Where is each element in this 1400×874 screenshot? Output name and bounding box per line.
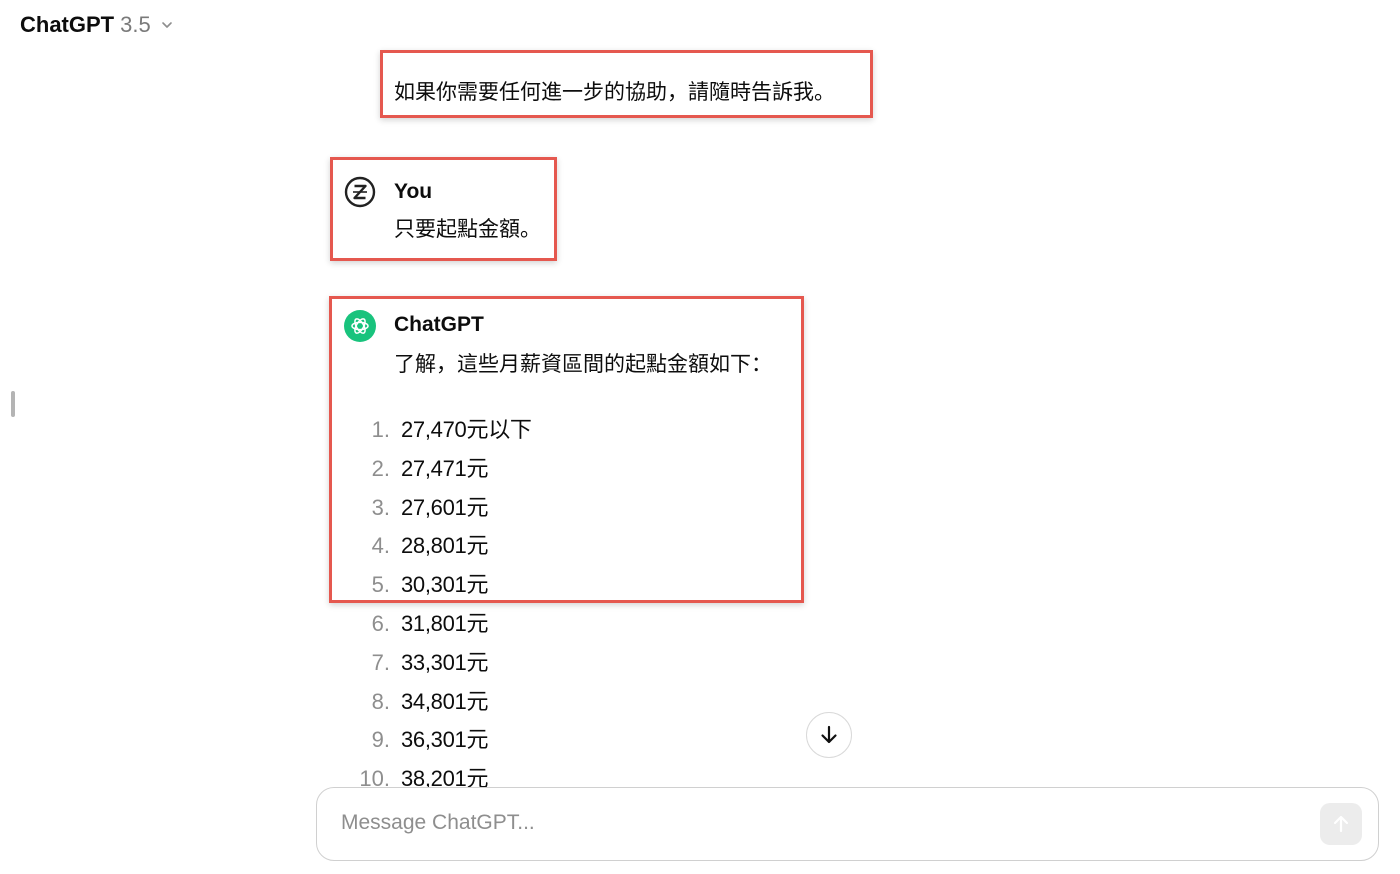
list-item: 6. 31,801元 [352,606,532,645]
list-item-value: 30,301元 [401,572,489,598]
user-avatar-icon [344,176,376,208]
list-item-number: 7. [371,649,390,675]
list-item-value: 27,471元 [401,455,489,481]
list-item-number: 5. [371,572,390,598]
list-item: 8. 34,801元 [352,684,532,723]
list-item-value: 36,301元 [401,727,489,753]
model-name: ChatGPT [20,12,115,37]
model-selector[interactable]: ChatGPT 3.5 [20,12,173,38]
list-item: 2. 27,471元 [352,451,532,490]
list-item: 5. 30,301元 [352,567,532,606]
sidebar-toggle-handle[interactable] [11,391,15,417]
list-item-number: 8. [371,688,390,714]
list-item: 7. 33,301元 [352,645,532,684]
list-item: 9. 36,301元 [352,722,532,761]
message-composer [316,787,1379,861]
list-item-number: 9. [371,727,390,753]
list-item-number: 2. [371,455,390,481]
list-item: 3. 27,601元 [352,490,532,529]
previous-assistant-message: 如果你需要任何進一步的協助，請隨時告訴我。 [394,81,835,104]
arrow-down-icon [821,725,837,744]
list-item: 4. 28,801元 [352,528,532,567]
assistant-author-label: ChatGPT [394,313,484,336]
list-item-number: 6. [371,610,390,636]
list-item-value: 31,801元 [401,610,489,636]
salary-start-list: 1. 27,470元以下 2. 27,471元 3. 27,601元 4. 28… [352,412,532,800]
model-version: 3.5 [120,12,151,37]
list-item-number: 1. [371,417,390,442]
list-item-value: 27,470元以下 [401,417,532,442]
list-item-number: 4. [371,533,390,559]
list-item-value: 33,301元 [401,649,489,675]
chat-page: ChatGPT 3.5 如果你需要任何進一步的協助，請隨時告訴我。 You 只要… [0,0,1400,874]
message-input[interactable] [339,810,1303,836]
list-item: 1. 27,470元以下 [352,412,532,451]
user-author-label: You [394,180,433,203]
list-item-value: 28,801元 [401,533,489,559]
arrow-up-icon [1333,815,1349,833]
scroll-to-bottom-button[interactable] [806,712,852,758]
highlight-box-user-message [330,157,557,261]
user-message: 只要起點金額。 [394,218,541,241]
list-item-value: 27,601元 [401,494,489,520]
openai-logo-icon [344,310,376,342]
send-button[interactable] [1320,803,1362,845]
chevron-down-icon [161,22,172,28]
assistant-intro-text: 了解，這些月薪資區間的起點金額如下： [394,353,772,376]
list-item-value: 34,801元 [401,688,489,714]
list-item-number: 3. [371,494,390,520]
